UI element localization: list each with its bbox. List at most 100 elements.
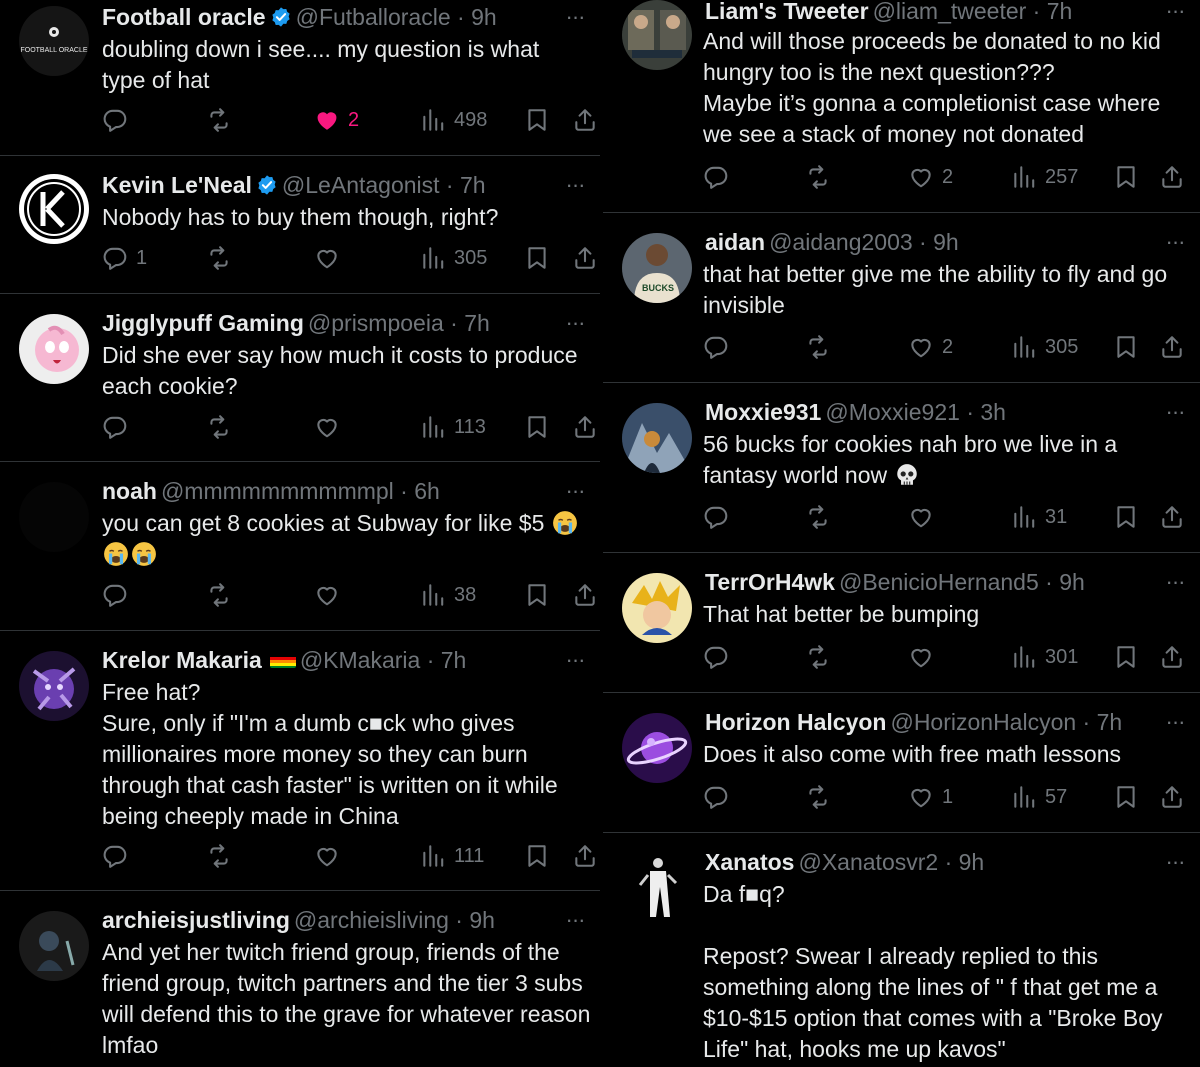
reply-button[interactable]	[703, 781, 737, 813]
tweet-jigglypuff-gaming[interactable]: Jigglypuff Gaming @prismpoeia · 7h ··· Di…	[0, 294, 600, 462]
views-button[interactable]: 305	[1011, 331, 1078, 363]
timestamp[interactable]: 6h	[414, 478, 440, 504]
timestamp[interactable]: 9h	[933, 229, 959, 255]
display-name[interactable]: Xanatos	[705, 849, 794, 875]
tweet-liams-tweeter[interactable]: Liam's Tweeter @liam_tweeter · 7h ··· And…	[603, 0, 1200, 213]
share-button[interactable]	[572, 411, 598, 443]
more-options-icon[interactable]: ···	[560, 312, 590, 338]
bookmark-button[interactable]	[524, 104, 550, 136]
handle[interactable]: @aidang2003	[769, 229, 913, 255]
views-button[interactable]: 498	[420, 104, 487, 136]
views-button[interactable]: 113	[420, 411, 486, 443]
avatar[interactable]: FOOTBALL ORACLE	[19, 6, 89, 76]
tweet-kevin-leneal[interactable]: Kevin Le'Neal @LeAntagonist · 7h ··· Nobo…	[0, 156, 600, 294]
views-button[interactable]: 31	[1011, 501, 1067, 533]
repost-button[interactable]	[805, 331, 831, 363]
repost-button[interactable]	[206, 104, 232, 136]
avatar[interactable]: BUCKS	[622, 233, 692, 303]
reply-button[interactable]	[703, 331, 737, 363]
share-button[interactable]	[572, 104, 598, 136]
timestamp[interactable]: 9h	[469, 907, 495, 933]
repost-button[interactable]	[805, 641, 831, 673]
views-button[interactable]: 57	[1011, 781, 1067, 813]
reply-button[interactable]	[703, 161, 737, 193]
handle[interactable]: @prismpoeia	[308, 310, 444, 336]
timestamp[interactable]: 7h	[1097, 709, 1123, 735]
repost-button[interactable]	[206, 242, 232, 274]
more-options-icon[interactable]: ···	[560, 480, 590, 506]
display-name[interactable]: aidan	[705, 229, 765, 255]
handle[interactable]: @liam_tweeter	[873, 0, 1027, 24]
tweet-xanatos[interactable]: Xanatos @Xanatosvr2 · 9h ··· Da f■q? Repo…	[603, 833, 1200, 1067]
views-button[interactable]: 38	[420, 579, 476, 611]
tweet-moxxie931[interactable]: Moxxie931 @Moxxie921 · 3h ··· 56 bucks fo…	[603, 383, 1200, 553]
avatar[interactable]	[19, 651, 89, 721]
like-button[interactable]	[314, 411, 348, 443]
reply-button[interactable]	[703, 501, 737, 533]
handle[interactable]: @Xanatosvr2	[798, 849, 938, 875]
views-button[interactable]: 111	[420, 840, 484, 872]
more-options-icon[interactable]: ···	[560, 909, 590, 935]
avatar[interactable]	[622, 853, 692, 923]
bookmark-button[interactable]	[1113, 781, 1139, 813]
more-options-icon[interactable]: ···	[1160, 0, 1190, 26]
display-name[interactable]: Krelor Makaria	[102, 647, 262, 673]
more-options-icon[interactable]: ···	[1160, 711, 1190, 737]
more-options-icon[interactable]: ···	[560, 6, 590, 32]
bookmark-button[interactable]	[524, 840, 550, 872]
avatar[interactable]	[19, 314, 89, 384]
display-name[interactable]: Jigglypuff Gaming	[102, 310, 304, 336]
bookmark-button[interactable]	[524, 411, 550, 443]
share-button[interactable]	[572, 579, 598, 611]
tweet-horizon-halcyon[interactable]: Horizon Halcyon @HorizonHalcyon · 7h ··· …	[603, 693, 1200, 833]
reply-button[interactable]	[102, 579, 136, 611]
more-options-icon[interactable]: ···	[1160, 851, 1190, 877]
more-options-icon[interactable]: ···	[1160, 401, 1190, 427]
handle[interactable]: @mmmmmmmmmmpl	[161, 478, 394, 504]
views-button[interactable]: 305	[420, 242, 487, 274]
repost-button[interactable]	[206, 579, 232, 611]
repost-button[interactable]	[206, 840, 232, 872]
more-options-icon[interactable]: ···	[560, 174, 590, 200]
display-name[interactable]: noah	[102, 478, 157, 504]
share-button[interactable]	[572, 242, 598, 274]
timestamp[interactable]: 3h	[980, 399, 1006, 425]
share-button[interactable]	[1159, 781, 1185, 813]
tweet-aidan[interactable]: BUCKS aidan @aidang2003 · 9h ··· that hat…	[603, 213, 1200, 383]
display-name[interactable]: Kevin Le'Neal	[102, 172, 252, 198]
like-button[interactable]	[908, 501, 942, 533]
share-button[interactable]	[1159, 501, 1185, 533]
handle[interactable]: @BenicioHernand5	[839, 569, 1039, 595]
timestamp[interactable]: 7h	[441, 647, 467, 673]
display-name[interactable]: Liam's Tweeter	[705, 0, 869, 24]
views-button[interactable]: 257	[1011, 161, 1078, 193]
bookmark-button[interactable]	[1113, 331, 1139, 363]
timestamp[interactable]: 7h	[1047, 0, 1073, 24]
share-button[interactable]	[1159, 161, 1185, 193]
timestamp[interactable]: 9h	[471, 4, 497, 30]
like-button[interactable]: 2	[908, 161, 953, 193]
handle[interactable]: @Futballoracle	[296, 4, 451, 30]
display-name[interactable]: archieisjustliving	[102, 907, 290, 933]
like-button[interactable]	[314, 579, 348, 611]
like-button[interactable]: 1	[908, 781, 953, 813]
share-button[interactable]	[572, 840, 598, 872]
avatar[interactable]	[19, 482, 89, 552]
display-name[interactable]: Horizon Halcyon	[705, 709, 886, 735]
share-button[interactable]	[1159, 331, 1185, 363]
like-button[interactable]	[314, 840, 348, 872]
bookmark-button[interactable]	[1113, 641, 1139, 673]
bookmark-button[interactable]	[524, 579, 550, 611]
display-name[interactable]: Moxxie931	[705, 399, 821, 425]
share-button[interactable]	[1159, 641, 1185, 673]
timestamp[interactable]: 7h	[464, 310, 490, 336]
bookmark-button[interactable]	[524, 242, 550, 274]
avatar[interactable]	[19, 174, 89, 244]
like-button[interactable]: 2	[908, 331, 953, 363]
tweet-noah[interactable]: noah @mmmmmmmmmmpl · 6h ··· you can get 8…	[0, 462, 600, 631]
more-options-icon[interactable]: ···	[560, 649, 590, 675]
avatar[interactable]	[622, 0, 692, 70]
display-name[interactable]: TerrOrH4wk	[705, 569, 835, 595]
bookmark-button[interactable]	[1113, 161, 1139, 193]
handle[interactable]: @Moxxie921	[825, 399, 960, 425]
